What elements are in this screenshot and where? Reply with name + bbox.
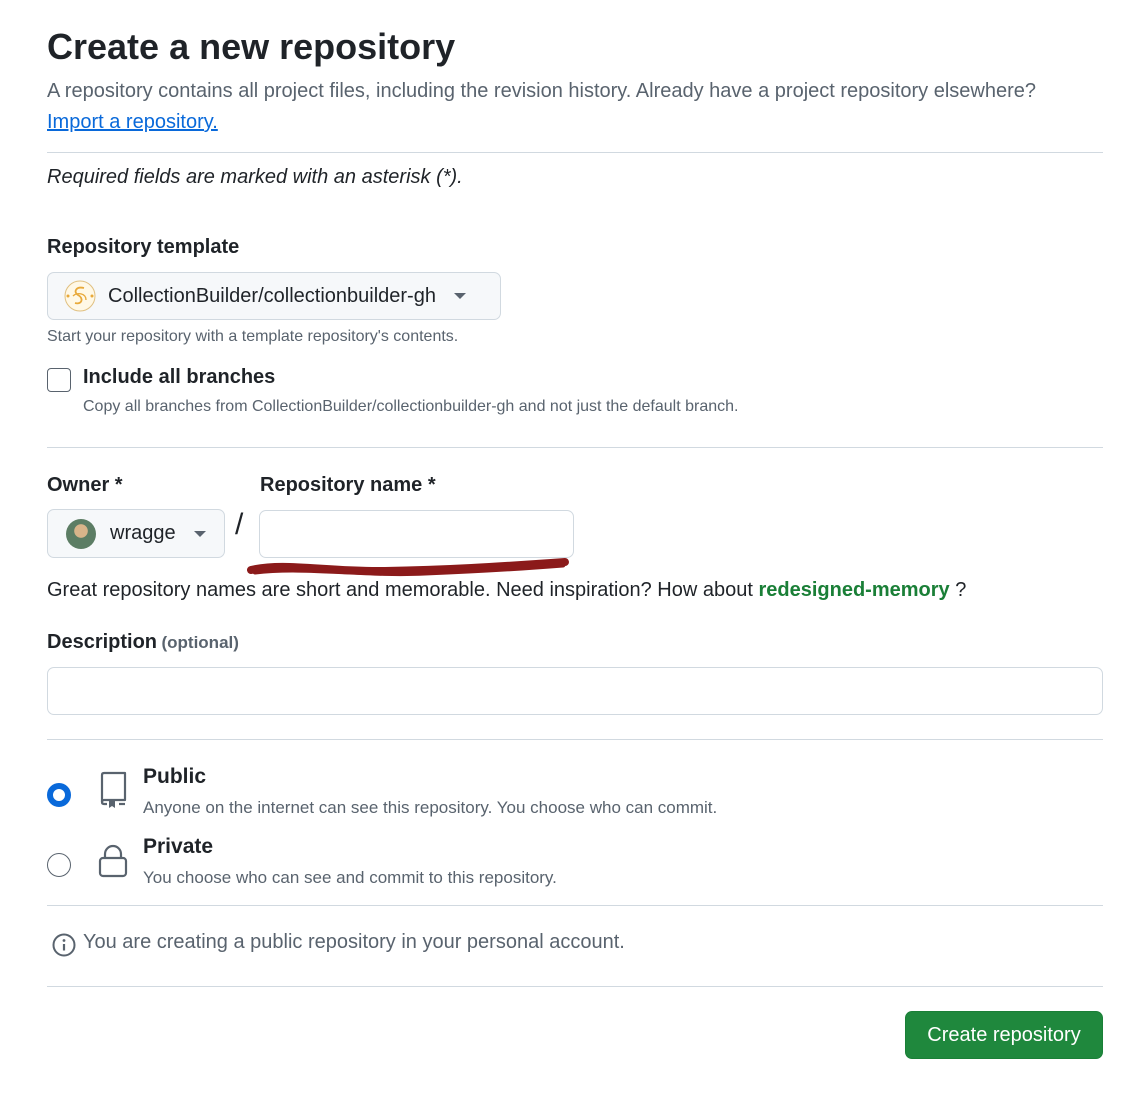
optional-tag: (optional) [161,633,239,652]
owner-select-button[interactable]: wragge [47,509,225,558]
template-hint: Start your repository with a template re… [47,328,459,345]
suggested-name-link[interactable]: redesigned-memory [758,579,949,601]
page-title: Create a new repository [47,26,456,67]
intro-text: A repository contains all project files,… [47,76,1107,138]
intro-description: A repository contains all project files,… [47,80,1037,102]
divider [47,739,1103,740]
required-fields-note: Required fields are marked with an aster… [47,166,463,188]
include-all-branches-checkbox[interactable] [47,368,71,392]
visibility-info-note: You are creating a public repository in … [83,931,625,953]
repo-icon [97,771,129,814]
owner-repo-separator: / [235,508,244,541]
lock-icon [97,843,129,884]
caret-down-icon [453,293,466,299]
repository-name-input[interactable] [259,510,574,558]
description-label-text: Description [47,631,158,653]
visibility-private-title[interactable]: Private [143,835,213,859]
visibility-public-radio[interactable] [47,783,71,807]
include-all-branches-label[interactable]: Include all branches [83,366,275,389]
template-select-button[interactable]: CollectionBuilder/collectionbuilder-gh [47,272,501,320]
divider [47,905,1103,906]
create-repository-button[interactable]: Create repository [905,1011,1103,1059]
include-all-branches-hint: Copy all branches from CollectionBuilder… [83,398,739,415]
visibility-private-radio[interactable] [47,853,71,877]
owner-value: wragge [110,522,176,544]
divider [47,152,1103,153]
template-selected-value: CollectionBuilder/collectionbuilder-gh [108,284,436,307]
name-hint-suffix: ? [955,579,967,601]
visibility-public-description: Anyone on the internet can see this repo… [143,798,718,817]
info-icon [52,933,76,962]
visibility-private-description: You choose who can see and commit to thi… [143,868,557,887]
divider [47,986,1103,987]
caret-down-icon [193,530,206,537]
template-label: Repository template [47,236,240,258]
visibility-public-title[interactable]: Public [143,765,206,789]
repository-name-hint: Great repository names are short and mem… [47,579,966,602]
avatar [66,518,96,549]
description-input[interactable] [47,667,1103,715]
import-repository-link[interactable]: Import a repository. [47,111,218,133]
divider [47,447,1103,448]
redaction-scribble [247,558,569,577]
name-hint-text: Great repository names are short and mem… [47,579,753,601]
collectionbuilder-logo-icon [64,280,96,312]
repository-name-label: Repository name * [260,474,436,496]
description-label: Description (optional) [47,631,239,654]
owner-label: Owner * [47,474,123,496]
